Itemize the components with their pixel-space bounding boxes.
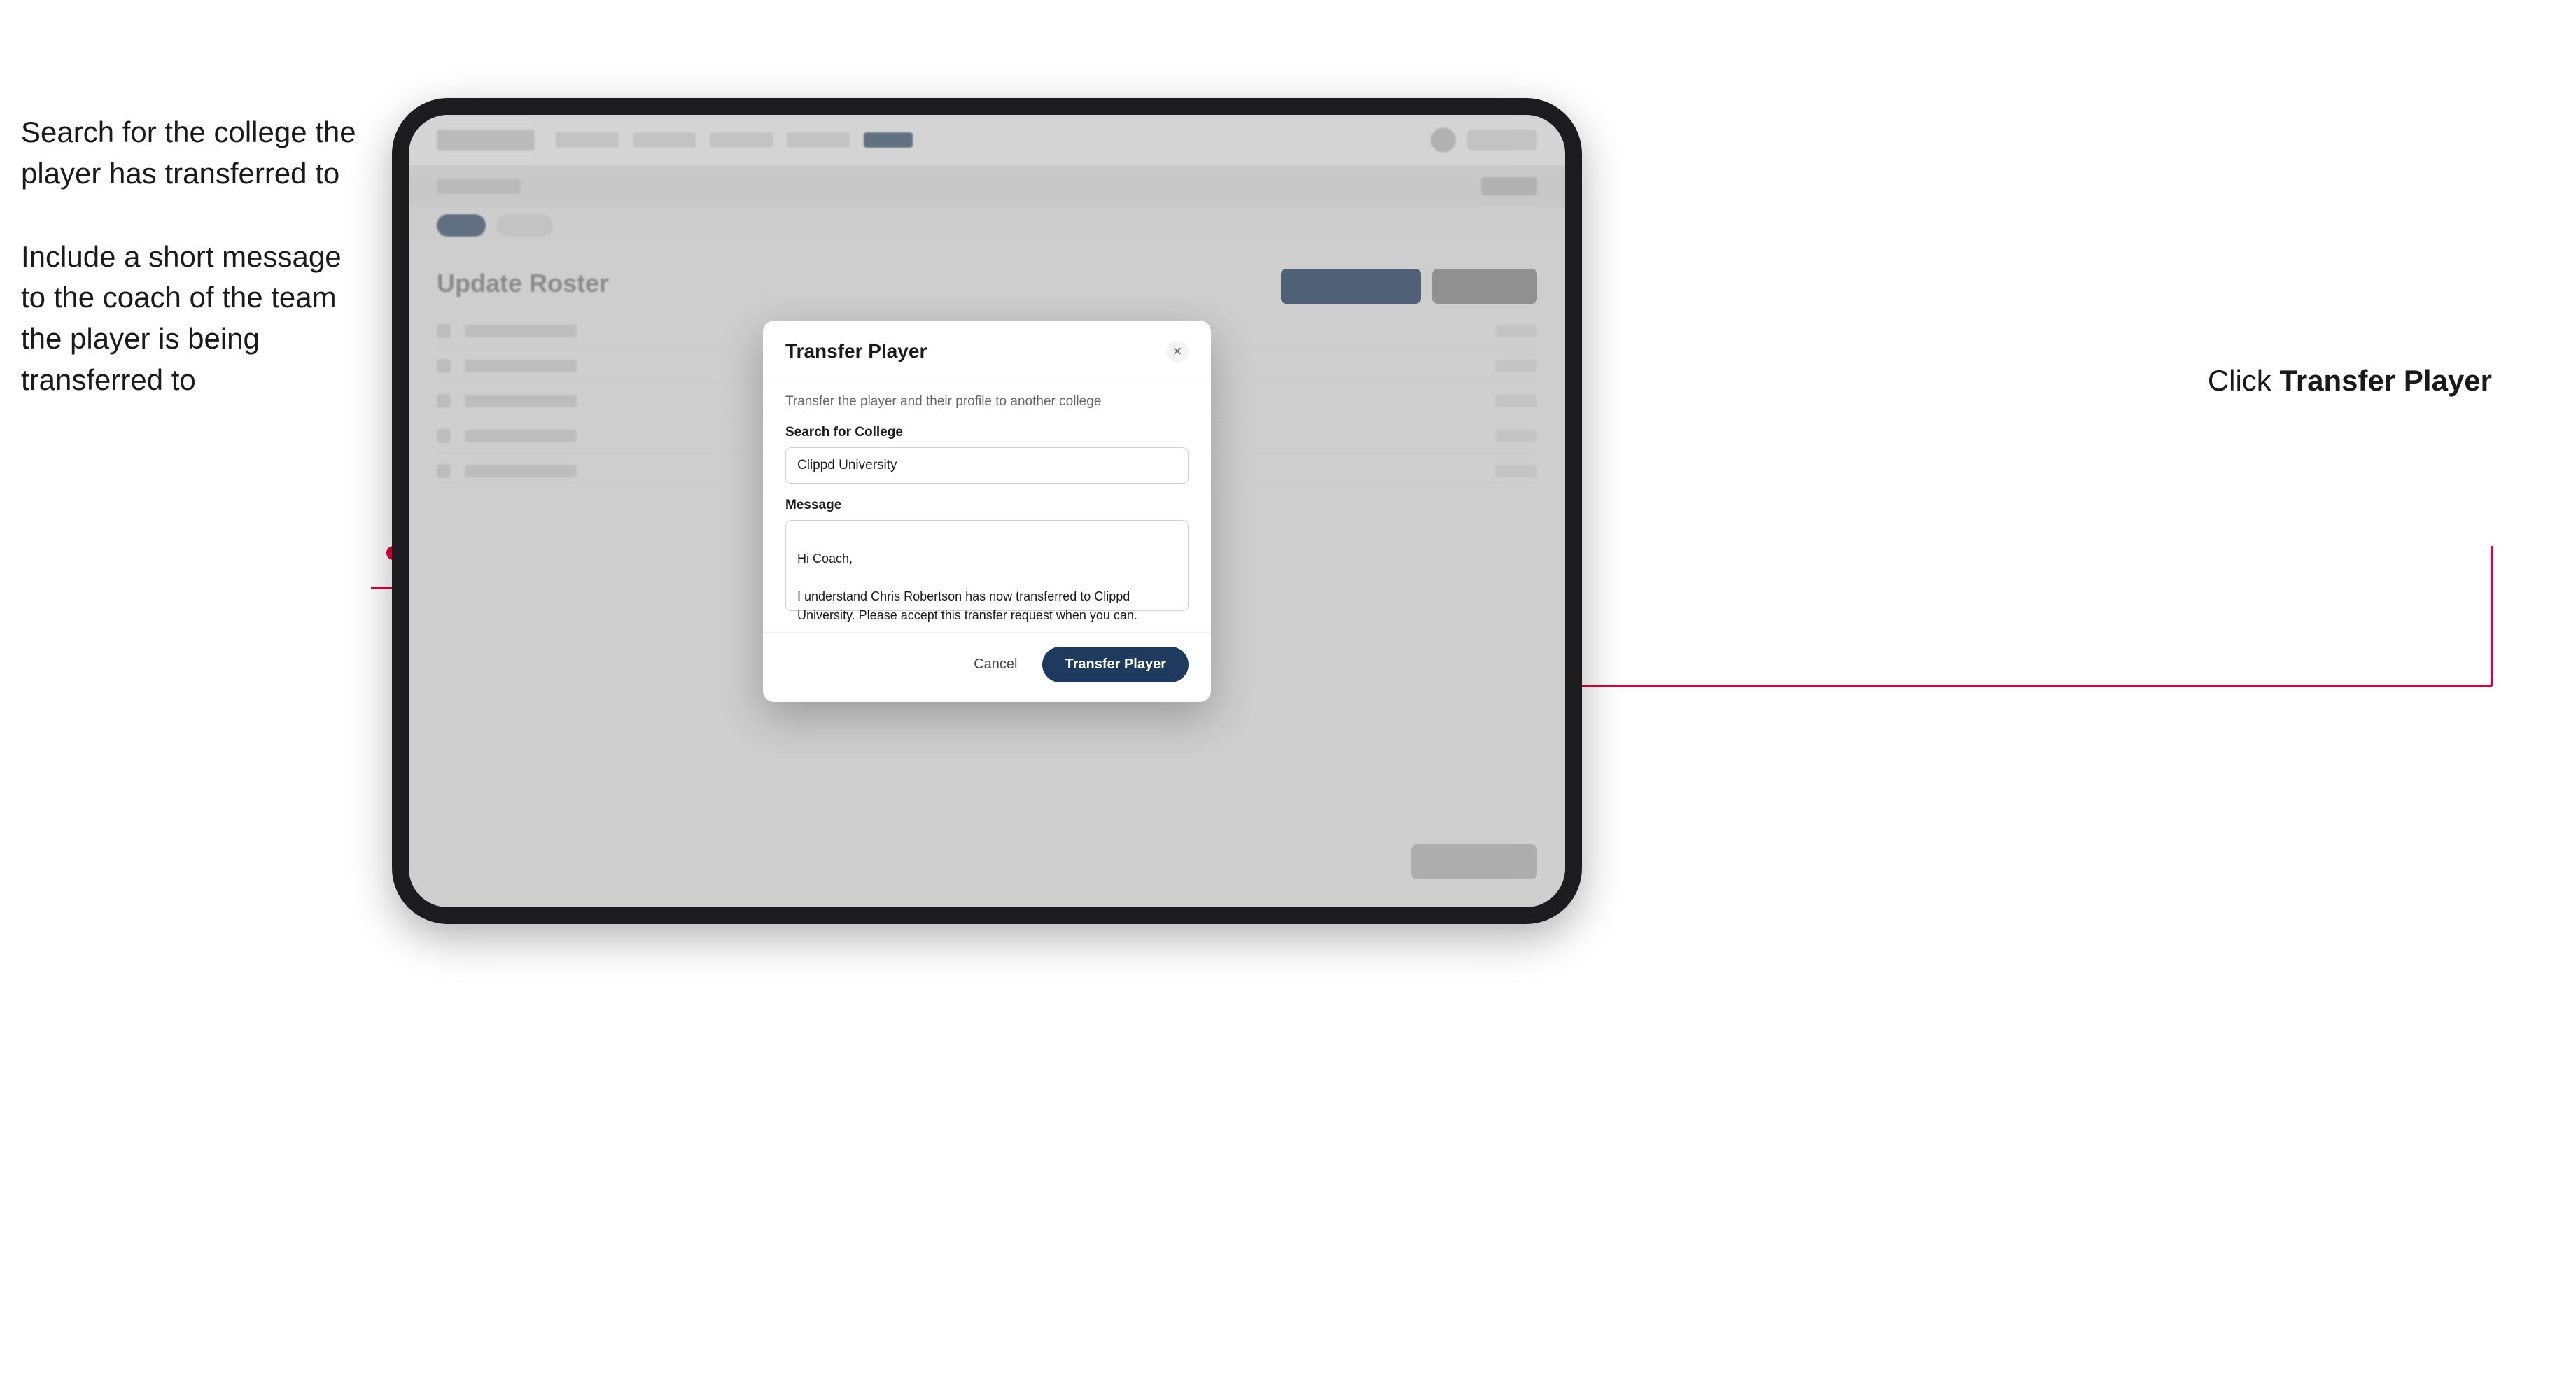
- cancel-button[interactable]: Cancel: [960, 650, 1031, 680]
- annotation-left: Search for the college the player has tr…: [21, 112, 371, 443]
- annotation-text-top: Search for the college the player has tr…: [21, 112, 371, 195]
- modal-header: Transfer Player ×: [763, 321, 1211, 377]
- modal-description: Transfer the player and their profile to…: [785, 394, 1189, 410]
- modal-footer: Cancel Transfer Player: [763, 632, 1211, 702]
- close-button[interactable]: ×: [1166, 340, 1189, 363]
- message-label: Message: [785, 498, 1189, 513]
- modal-title: Transfer Player: [785, 340, 927, 363]
- message-value: Hi Coach, I understand Chris Robertson h…: [797, 552, 1138, 622]
- annotation-right: Click Transfer Player: [2208, 364, 2492, 398]
- transfer-player-button[interactable]: Transfer Player: [1042, 647, 1189, 682]
- modal-body: Transfer the player and their profile to…: [763, 377, 1211, 632]
- modal-overlay: Transfer Player × Transfer the player an…: [409, 115, 1565, 907]
- tablet-frame: Update Roster: [392, 98, 1582, 924]
- search-label: Search for College: [785, 425, 1189, 440]
- tablet-screen: Update Roster: [409, 115, 1565, 907]
- search-input[interactable]: Clippd University: [785, 447, 1189, 484]
- message-textarea[interactable]: Hi Coach, I understand Chris Robertson h…: [785, 520, 1189, 611]
- annotation-right-text: Click: [2208, 364, 2280, 397]
- annotation-text-bottom: Include a short message to the coach of …: [21, 237, 371, 401]
- annotation-right-bold: Transfer Player: [2279, 364, 2492, 397]
- search-input-value: Clippd University: [797, 458, 897, 473]
- transfer-player-modal: Transfer Player × Transfer the player an…: [763, 321, 1211, 702]
